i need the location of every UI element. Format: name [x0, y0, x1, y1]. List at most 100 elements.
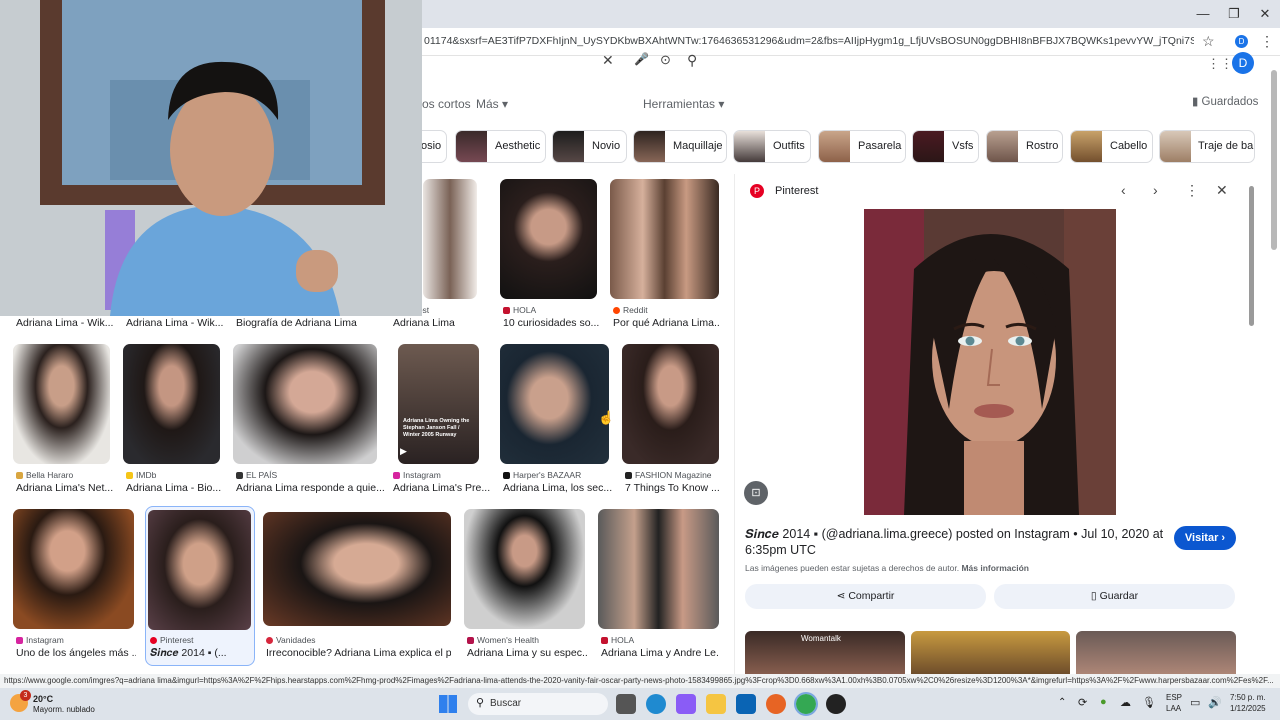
keyboard-layout[interactable]: LAA	[1166, 704, 1181, 713]
source-name: Bella Hararo	[26, 470, 74, 480]
lens-search-icon[interactable]: ⊙	[660, 52, 671, 68]
result-caption[interactable]: Adriana Lima responde a quie...	[236, 482, 386, 494]
profile-icon[interactable]: D	[1235, 35, 1248, 48]
chip-novio[interactable]: Novio	[552, 130, 627, 163]
file-explorer-icon[interactable]	[706, 694, 726, 714]
save-button[interactable]: ▯ Guardar	[994, 584, 1235, 609]
chip-pasarela[interactable]: Pasarela	[818, 130, 906, 163]
result-caption[interactable]: Adriana Lima	[393, 317, 493, 329]
image-result[interactable]: Adriana Lima Owning the Stephan Janson F…	[398, 344, 479, 464]
previous-icon[interactable]: ‹	[1121, 182, 1126, 198]
edge-icon[interactable]	[646, 694, 666, 714]
share-button[interactable]: ⋖ Compartir	[745, 584, 986, 609]
more-options-icon[interactable]: ⋮	[1185, 182, 1199, 199]
lens-icon[interactable]: ⊡	[744, 481, 768, 505]
windows-start-icon[interactable]	[439, 695, 457, 713]
page-scrollbar[interactable]	[1271, 70, 1277, 250]
result-caption[interactable]: Por qué Adriana Lima...	[613, 317, 719, 329]
apps-grid-icon[interactable]: ⋮⋮	[1207, 56, 1233, 72]
chip-maquillaje[interactable]: Maquillaje	[633, 130, 727, 163]
result-caption[interactable]: Adriana Lima y Andre Le...	[601, 647, 719, 659]
obs-icon[interactable]	[826, 694, 846, 714]
avatar[interactable]: D	[1232, 52, 1254, 74]
source-label: Women's Health	[467, 635, 539, 645]
result-caption[interactable]: 10 curiosidades so...	[503, 317, 603, 329]
related-image[interactable]: Womantalk	[745, 631, 905, 676]
preview-title[interactable]: 𝑺𝒊𝒏𝒄𝒆 2014 ▪ (@adriana.lima.greece) post…	[745, 526, 1165, 558]
result-caption[interactable]: Adriana Lima - Wik...	[16, 317, 116, 329]
tray-overflow-icon[interactable]: ⌃	[1058, 697, 1066, 708]
result-caption[interactable]: Adriana Lima, los sec...	[503, 482, 613, 494]
source-label: HOLA	[503, 305, 536, 315]
result-caption[interactable]: Adriana Lima's Net...	[16, 482, 116, 494]
microphone-icon[interactable]: 🎙	[1142, 696, 1156, 709]
tools-button[interactable]: Herramientas ▾	[643, 97, 724, 111]
next-icon[interactable]: ›	[1153, 182, 1158, 198]
image-result[interactable]	[233, 344, 377, 464]
result-caption[interactable]: Adriana Lima - Bio...	[126, 482, 226, 494]
chip-rostro[interactable]: Rostro	[986, 130, 1063, 163]
restore-button[interactable]: ❐	[1217, 6, 1251, 22]
result-caption[interactable]: Adriana Lima's Pre...	[393, 482, 493, 494]
voice-search-icon[interactable]: 🎤	[634, 52, 649, 66]
language-code[interactable]: ESP	[1166, 693, 1182, 702]
tray-app-icon[interactable]: ⟳	[1078, 696, 1087, 709]
close-window-button[interactable]: ✕	[1248, 6, 1280, 22]
chip-traje-de-bano[interactable]: Traje de baño	[1159, 130, 1255, 163]
chip-cabello[interactable]: Cabello	[1070, 130, 1153, 163]
image-result[interactable]	[610, 179, 719, 299]
related-image[interactable]	[1076, 631, 1236, 676]
result-caption[interactable]: Adriana Lima y su espec...	[467, 647, 587, 659]
tab-more[interactable]: Más ▾	[476, 97, 508, 111]
firefox-icon[interactable]	[766, 694, 786, 714]
result-caption[interactable]: Biografía de Adriana Lima	[236, 317, 386, 329]
image-result[interactable]	[123, 344, 220, 464]
result-caption[interactable]: Irreconocible? Adriana Lima explica el p…	[266, 647, 451, 659]
preview-image[interactable]	[864, 209, 1116, 515]
clock-date[interactable]: 1/12/2025	[1230, 704, 1266, 713]
more-info-link[interactable]: Más información	[961, 563, 1029, 573]
url-text[interactable]: 01174&sxsrf=AE3TifP7DXFhIjnN_UySYDKbwBXA…	[424, 35, 1194, 47]
image-result[interactable]	[622, 344, 719, 464]
image-result[interactable]	[598, 509, 719, 629]
minimize-button[interactable]: —	[1186, 6, 1220, 21]
weather-text[interactable]: Mayorm. nublado	[33, 705, 95, 714]
panel-scrollbar[interactable]	[1249, 186, 1254, 326]
copilot-icon[interactable]	[676, 694, 696, 714]
taskbar-search-box[interactable]: ⚲ Buscar	[468, 693, 608, 715]
tray-app-icon[interactable]: ●	[1100, 696, 1107, 708]
browser-menu-icon[interactable]: ⋮	[1260, 33, 1274, 50]
image-result[interactable]	[500, 179, 597, 299]
cloud-icon[interactable]: ☁	[1120, 696, 1131, 709]
display-icon[interactable]: ▭	[1190, 696, 1200, 709]
chip-vsfs[interactable]: Vsfs	[912, 130, 979, 163]
image-result[interactable]	[263, 512, 451, 626]
store-icon[interactable]	[736, 694, 756, 714]
related-image[interactable]	[911, 631, 1070, 676]
volume-icon[interactable]: 🔊	[1208, 696, 1222, 709]
temperature[interactable]: 20°C	[33, 694, 53, 704]
search-icon[interactable]: ⚲	[687, 52, 697, 69]
clock-time[interactable]: 7:50 p. m.	[1230, 693, 1266, 702]
image-result[interactable]	[500, 344, 609, 464]
image-result[interactable]	[13, 344, 110, 464]
chrome-icon[interactable]	[794, 692, 818, 716]
result-caption[interactable]: Adriana Lima - Wik...	[126, 317, 226, 329]
tab-short-videos[interactable]: os cortos	[422, 97, 471, 111]
result-caption[interactable]: Uno de los ángeles más ...	[16, 647, 136, 659]
visit-button[interactable]: Visitar ›	[1174, 526, 1236, 550]
source-name: Reddit	[623, 305, 648, 315]
chip-aesthetic[interactable]: Aesthetic	[455, 130, 546, 163]
image-result[interactable]	[464, 509, 585, 629]
image-result[interactable]	[423, 179, 477, 299]
close-panel-icon[interactable]: ✕	[1216, 182, 1228, 199]
result-caption[interactable]: 𝑺𝒊𝒏𝒄𝒆 2014 ▪ (...	[150, 647, 250, 660]
image-result[interactable]	[13, 509, 134, 629]
chip-outfits[interactable]: Outfits	[733, 130, 811, 163]
task-view-icon[interactable]	[616, 694, 636, 714]
saved-button[interactable]: ▮ Guardados	[1192, 94, 1258, 108]
panel-source[interactable]: Pinterest	[775, 185, 818, 197]
result-caption[interactable]: 7 Things To Know ...	[625, 482, 720, 494]
clear-search-icon[interactable]: ✕	[602, 52, 614, 69]
bookmark-star-icon[interactable]: ☆	[1202, 33, 1215, 50]
